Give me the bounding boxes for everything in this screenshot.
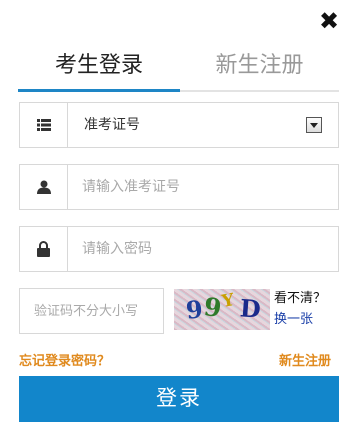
id-type-value: 准考证号 xyxy=(84,117,140,133)
lock-icon xyxy=(20,227,68,271)
id-type-select[interactable]: 准考证号 xyxy=(19,102,339,148)
chevron-down-icon[interactable] xyxy=(306,117,322,133)
close-icon[interactable]: ✖ xyxy=(316,8,342,34)
user-icon xyxy=(20,165,68,209)
password-field xyxy=(19,226,339,272)
account-input[interactable] xyxy=(82,173,322,201)
captcha-field xyxy=(19,288,164,334)
login-tabs: 考生登录 新生注册 xyxy=(18,50,339,92)
captcha-input[interactable] xyxy=(34,298,159,324)
login-button[interactable]: 登录 xyxy=(19,376,339,422)
refresh-captcha-link[interactable]: 换一张 xyxy=(274,310,313,330)
active-tab-indicator xyxy=(18,89,180,92)
forgot-password-link[interactable]: 忘记登录密码？ xyxy=(19,350,110,369)
password-input[interactable] xyxy=(82,235,322,263)
tab-new-student-register[interactable]: 新生注册 xyxy=(180,50,339,90)
account-field xyxy=(19,164,339,210)
captcha-image[interactable]: 9 9 Y D xyxy=(174,289,270,330)
register-link[interactable]: 新生注册 xyxy=(279,350,331,369)
list-icon xyxy=(20,103,68,147)
tab-student-login[interactable]: 考生登录 xyxy=(18,50,180,90)
captcha-tip: 看不清？ xyxy=(274,291,327,306)
